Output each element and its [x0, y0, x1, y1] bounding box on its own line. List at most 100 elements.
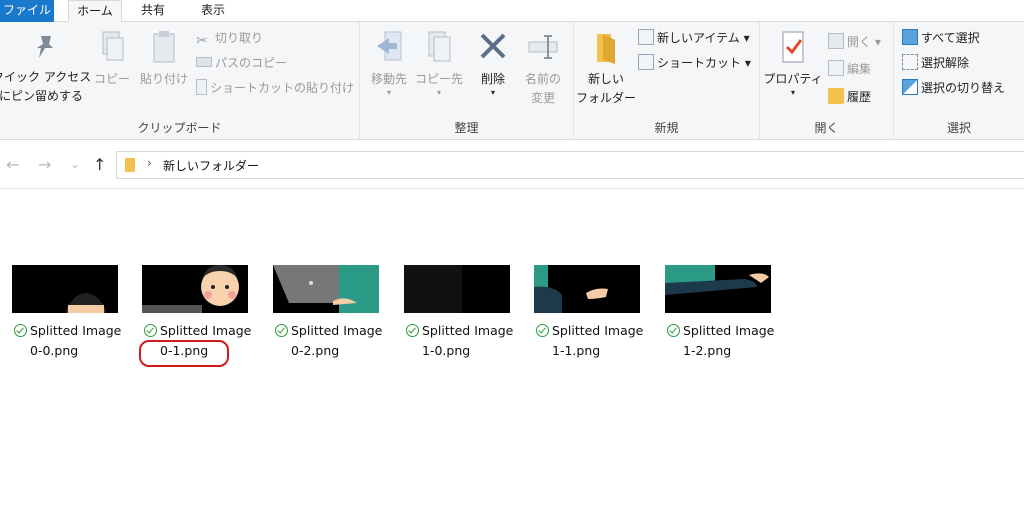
file-item[interactable]: Splitted Image 0-2.png	[265, 264, 393, 368]
rename-button[interactable]: 名前の 変更	[518, 30, 568, 108]
copy-to-label: コピー先	[414, 72, 463, 86]
sync-check-icon	[406, 324, 419, 337]
select-all-label: すべて選択	[921, 31, 980, 45]
ribbon: クイック アクセス にピン留めする コピー 貼り付け ✂ 切り取り パスのコピー …	[0, 22, 1024, 140]
file-item[interactable]: Splitted Image 1-2.png	[657, 264, 785, 368]
invert-selection-label: 選択の切り替え	[921, 81, 1006, 95]
navigation-bar: ← → ⌄ ↑ › 新しいフォルダー	[0, 141, 1024, 189]
rename-label-2: 変更	[530, 91, 555, 105]
paste-label: 貼り付け	[139, 72, 188, 86]
file-thumbnail	[404, 265, 510, 313]
select-none-button[interactable]: 選択解除	[902, 53, 969, 73]
delete-button[interactable]: 削除 ▾	[470, 30, 516, 97]
address-box[interactable]: › 新しいフォルダー	[116, 151, 1024, 179]
paste-shortcut-icon	[196, 79, 207, 95]
new-folder-label-1: 新しい	[587, 72, 624, 86]
file-item[interactable]: Splitted Image 1-0.png	[396, 264, 524, 368]
tab-share[interactable]: 共有	[126, 0, 180, 22]
group-open: プロパティ ▾ 開く ▾ 編集 履歴 開く	[760, 22, 894, 140]
select-all-button[interactable]: すべて選択	[902, 28, 980, 48]
tab-home[interactable]: ホーム	[68, 0, 122, 23]
thumbnail-image-icon	[142, 265, 248, 313]
highlight-annotation-ring	[139, 340, 229, 367]
history-button[interactable]: 履歴	[828, 87, 871, 107]
file-caption: Splitted Image 0-2.png	[265, 321, 393, 361]
forward-arrow-icon[interactable]: →	[38, 155, 51, 174]
edit-icon	[828, 60, 844, 76]
move-to-dropdown-icon: ▾	[386, 88, 391, 97]
file-caption: Splitted Image 1-2.png	[657, 321, 785, 361]
select-none-label: 選択解除	[921, 56, 970, 70]
paste-shortcut-button[interactable]: ショートカットの貼り付け	[196, 78, 354, 98]
edit-button[interactable]: 編集	[828, 59, 871, 79]
new-folder-button[interactable]: 新しい フォルダー	[576, 30, 636, 108]
thumbnail-image-icon	[12, 265, 118, 313]
thumbnail-image-icon	[404, 265, 510, 313]
properties-dropdown-icon: ▾	[790, 88, 795, 97]
sync-check-icon	[275, 324, 288, 337]
tab-view[interactable]: 表示	[186, 0, 240, 22]
copy-button[interactable]: コピー	[92, 30, 132, 89]
cut-button[interactable]: ✂ 切り取り	[196, 28, 263, 49]
group-select: すべて選択 選択解除 選択の切り替え 選択	[894, 22, 1024, 140]
sync-check-icon	[667, 324, 680, 337]
copy-path-button[interactable]: パスのコピー	[196, 53, 287, 73]
sync-check-icon	[144, 324, 157, 337]
file-name-line2: 1-0.png	[422, 343, 471, 358]
open-group-label: 開く	[814, 121, 839, 135]
recent-locations-icon[interactable]: ⌄	[70, 157, 80, 171]
move-to-icon	[377, 31, 402, 61]
properties-button[interactable]: プロパティ ▾	[762, 30, 824, 97]
pin-quick-access-button[interactable]: クイック アクセス にピン留めする	[0, 32, 91, 106]
ribbon-tab-bar: ファイル ホーム 共有 表示	[0, 0, 1024, 23]
sync-check-icon	[536, 324, 549, 337]
copy-to-button[interactable]: コピー先 ▾	[414, 30, 464, 97]
folder-small-icon	[125, 158, 135, 172]
open-icon	[828, 33, 844, 49]
file-thumbnail	[142, 265, 248, 313]
group-organize: 移動先 ▾ コピー先 ▾ 削除 ▾ 名前の 変更 整理	[360, 22, 574, 140]
pin-icon	[37, 36, 53, 58]
open-button[interactable]: 開く ▾	[828, 32, 881, 52]
delete-x-icon	[480, 33, 506, 59]
delete-label: 削除	[480, 72, 505, 86]
history-icon	[828, 88, 844, 104]
open-label: 開く ▾	[847, 35, 881, 49]
new-group-label: 新規	[654, 121, 679, 135]
thumbnail-image-icon	[665, 265, 771, 313]
select-group-label: 選択	[946, 121, 971, 135]
invert-selection-button[interactable]: 選択の切り替え	[902, 78, 1005, 98]
file-item[interactable]: Splitted Image 1-1.png	[526, 264, 654, 368]
paste-button[interactable]: 貼り付け	[136, 30, 192, 89]
file-name-line1: Splitted Image	[422, 323, 514, 338]
easy-access-label: ショートカット ▾	[657, 56, 751, 70]
move-to-label: 移動先	[370, 72, 407, 86]
file-caption: Splitted Image 1-0.png	[396, 321, 524, 361]
sync-check-icon	[14, 324, 27, 337]
file-name-line2: 1-2.png	[683, 343, 732, 358]
file-caption: Splitted Image 0-0.png	[4, 321, 132, 361]
tab-file[interactable]: ファイル	[0, 0, 54, 22]
file-thumbnail	[665, 265, 771, 313]
copy-to-icon	[428, 31, 451, 62]
delete-dropdown-icon: ▾	[490, 88, 495, 97]
breadcrumb-chevron-icon: ›	[147, 156, 152, 170]
properties-label: プロパティ	[763, 72, 823, 86]
file-name-line2: 0-0.png	[30, 343, 79, 358]
file-caption: Splitted Image 1-1.png	[526, 321, 654, 361]
back-arrow-icon[interactable]: ←	[6, 155, 19, 174]
select-none-icon	[902, 54, 918, 70]
new-item-button[interactable]: 新しいアイテム ▾	[638, 28, 750, 48]
group-new: 新しい フォルダー 新しいアイテム ▾ ショートカット ▾ 新規	[574, 22, 760, 140]
file-item[interactable]: Splitted Image 0-0.png	[4, 264, 132, 368]
new-folder-label-2: フォルダー	[576, 91, 637, 105]
file-name-line1: Splitted Image	[30, 323, 122, 338]
file-name-line1: Splitted Image	[291, 323, 383, 338]
easy-access-button[interactable]: ショートカット ▾	[638, 53, 751, 73]
paste-shortcut-label: ショートカットの貼り付け	[210, 81, 355, 95]
move-to-button[interactable]: 移動先 ▾	[364, 30, 414, 97]
file-name-line1: Splitted Image	[552, 323, 644, 338]
organize-group-label: 整理	[454, 121, 479, 135]
up-arrow-icon[interactable]: ↑	[93, 155, 106, 174]
breadcrumb-current-folder[interactable]: 新しいフォルダー	[163, 157, 259, 174]
